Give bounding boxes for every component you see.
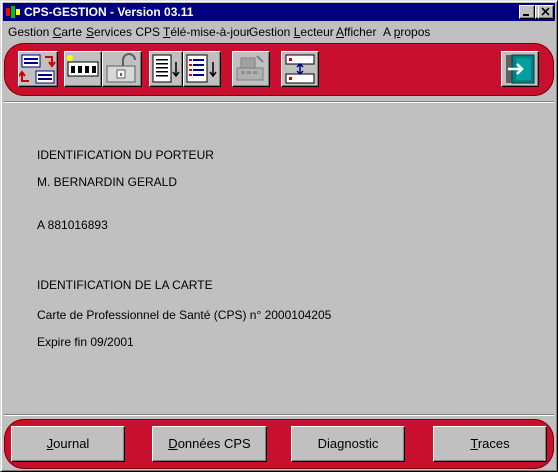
menu-services-cps[interactable]: Services CPS xyxy=(86,25,160,39)
donnees-cps-button[interactable]: Données CPS xyxy=(152,426,267,462)
traces-button[interactable]: Traces xyxy=(433,426,547,462)
exit-door-icon xyxy=(506,54,535,84)
menu-bar: Gestion Carte Services CPS Télé-mise-à-j… xyxy=(3,22,555,41)
menu-gestion-carte[interactable]: Gestion Carte xyxy=(8,25,82,39)
holder-id: A 881016893 xyxy=(37,218,108,232)
card-reader-icon xyxy=(67,55,99,77)
menu-tele-mise-a-jour[interactable]: Télé-mise-à-jour xyxy=(163,25,250,39)
card-heading: IDENTIFICATION DE LA CARTE xyxy=(37,278,213,292)
close-button[interactable] xyxy=(538,5,554,19)
document-download-button[interactable] xyxy=(149,51,183,87)
holder-name: M. BERNARDIN GERALD xyxy=(37,175,178,189)
toolbar xyxy=(4,43,554,96)
journal-button[interactable]: Journal xyxy=(11,426,125,462)
menu-afficher[interactable]: Afficher xyxy=(336,25,376,39)
app-window: CPS-GESTION - Version 03.11 Gestion Cart… xyxy=(0,0,558,472)
bottom-action-bar: Journal Données CPS Diagnostic Traces xyxy=(4,419,554,469)
window-title: CPS-GESTION - Version 03.11 xyxy=(24,5,194,19)
close-icon xyxy=(541,7,550,16)
holder-heading: IDENTIFICATION DU PORTEUR xyxy=(37,148,214,162)
top-separator xyxy=(4,101,554,103)
diagnostic-button[interactable]: Diagnostic xyxy=(291,426,405,462)
card-transfer-button[interactable] xyxy=(18,51,58,87)
unlock-card-icon xyxy=(106,53,136,83)
document-download-icon xyxy=(152,54,180,83)
title-bar[interactable]: CPS-GESTION - Version 03.11 xyxy=(3,3,555,21)
card-reader-button[interactable] xyxy=(64,51,102,87)
menu-a-propos[interactable]: A propos xyxy=(383,25,430,39)
sync-button[interactable] xyxy=(281,51,319,87)
card-transfer-icon xyxy=(19,54,56,84)
minimize-button[interactable] xyxy=(519,5,535,19)
exit-button[interactable] xyxy=(501,51,539,87)
reader-device-button[interactable] xyxy=(232,51,270,87)
app-icon[interactable] xyxy=(5,4,21,20)
document-list-download-icon xyxy=(186,54,217,83)
card-expiry: Expire fin 09/2001 xyxy=(37,335,134,349)
unlock-card-button[interactable] xyxy=(102,51,142,87)
menu-gestion-lecteur[interactable]: Gestion Lecteur xyxy=(249,25,334,39)
reader-device-icon xyxy=(236,55,264,81)
bottom-separator xyxy=(4,414,554,416)
document-list-download-button[interactable] xyxy=(183,51,221,87)
sync-icon xyxy=(285,54,315,84)
card-description: Carte de Professionnel de Santé (CPS) n°… xyxy=(37,308,332,322)
minimize-icon xyxy=(523,14,529,16)
